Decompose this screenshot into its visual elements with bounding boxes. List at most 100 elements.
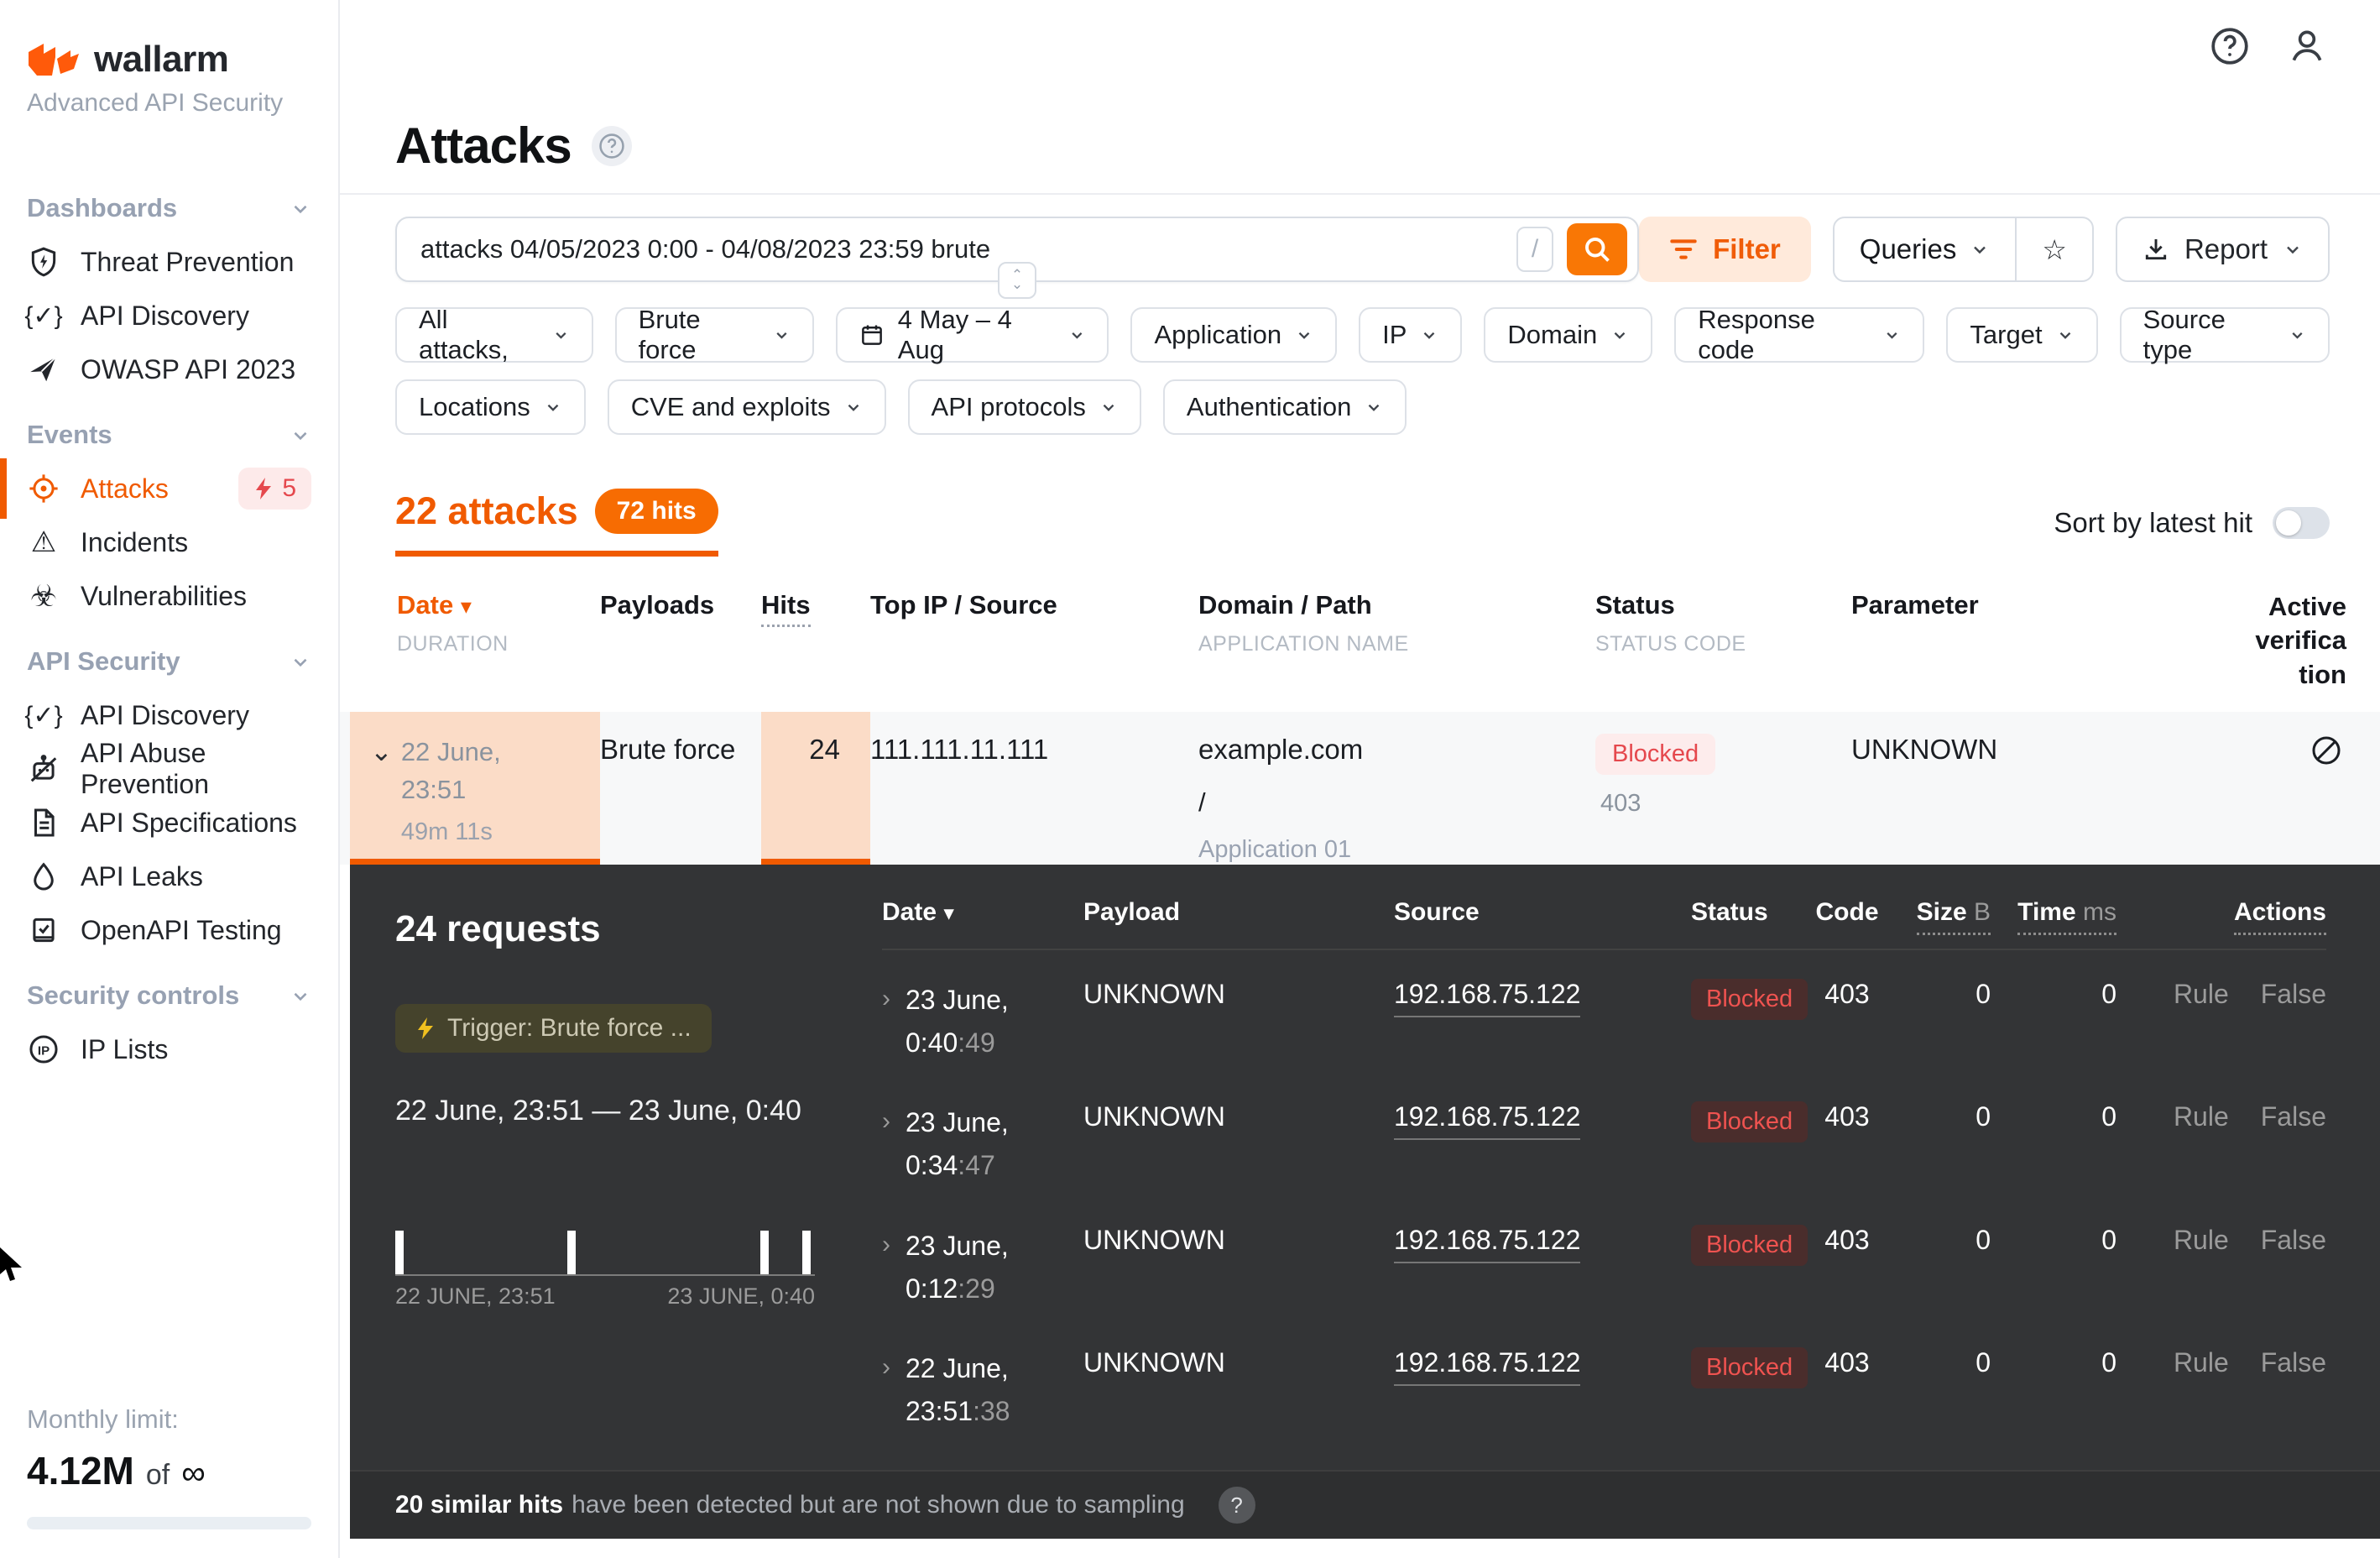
chevron-down-icon [1420, 326, 1438, 344]
chip-target[interactable]: Target [1946, 307, 2097, 363]
search-button[interactable] [1567, 223, 1627, 275]
chevron-down-icon [544, 398, 562, 416]
braces-check-icon: {✓} [27, 701, 60, 730]
expand-hit-icon[interactable]: › [882, 979, 890, 1064]
chip-api-protocols[interactable]: API protocols [908, 379, 1141, 435]
false-action[interactable]: False [2261, 1225, 2326, 1256]
attack-date-cell[interactable]: ⌄ 22 June, 23:51 49m 11s [350, 712, 600, 865]
chip-cve-exploits[interactable]: CVE and exploits [608, 379, 886, 435]
expand-hit-icon[interactable]: › [882, 1347, 890, 1433]
sidebar-item-attacks[interactable]: Attacks 5 [0, 462, 338, 515]
collapse-row-icon[interactable]: ⌄ [370, 735, 393, 859]
hits-table: Date ▾ Payload Source Status Code Size B… [882, 865, 2380, 1442]
expand-hit-icon[interactable]: › [882, 1101, 890, 1187]
sidebar-item-api-specifications[interactable]: API Specifications [0, 796, 338, 850]
hits-column-time[interactable]: Time ms [2011, 898, 2137, 927]
chip-brute-force[interactable]: Brute force [615, 307, 814, 363]
status-badge-blocked: Blocked [1691, 1101, 1808, 1142]
attack-domain: example.com [1198, 734, 1595, 766]
chip-source-type[interactable]: Source type [2120, 307, 2330, 363]
attack-top-ip[interactable]: 111.111.11.111 [870, 1539, 1198, 1558]
sidebar-item-ip-lists[interactable]: IP IP Lists [0, 1022, 338, 1076]
chip-attack-type[interactable]: All attacks, [395, 307, 593, 363]
attack-status-cell: Blocked 403 [1595, 712, 1851, 865]
false-action[interactable]: False [2261, 1347, 2326, 1378]
column-header-hits[interactable]: Hits [761, 590, 870, 620]
download-icon [2143, 236, 2169, 263]
user-menu-button[interactable] [2283, 22, 2331, 71]
attack-top-ip[interactable]: 111.111.11.111 [870, 712, 1198, 865]
help-circle-icon [2209, 25, 2251, 67]
sidebar-item-api-discovery-2[interactable]: {✓} API Discovery [0, 688, 338, 742]
hits-column-actions[interactable]: Actions [2137, 898, 2326, 927]
hit-row[interactable]: › 22 June,23:51:38 UNKNOWN 192.168.75.12… [882, 1319, 2326, 1441]
sidebar-section-security-controls[interactable]: Security controls [0, 969, 338, 1022]
sidebar-item-api-discovery[interactable]: {✓} API Discovery [0, 289, 338, 342]
hit-time: 0 [2011, 979, 2137, 1010]
droplet-icon [27, 860, 60, 892]
page-title-help-button[interactable] [592, 126, 632, 166]
hit-status: Blocked [1691, 979, 1808, 1020]
attack-row-expanded[interactable]: ⌄ 22 June, 23:51 49m 11s Brute force 24 … [340, 712, 2380, 865]
column-header-date[interactable]: Date ▾ DURATION [397, 590, 600, 656]
hit-row[interactable]: › 23 June,0:34:47 UNKNOWN 192.168.75.122… [882, 1073, 2326, 1195]
report-button[interactable]: Report [2116, 217, 2330, 282]
sidebar-item-vulnerabilities[interactable]: ☣ Vulnerabilities [0, 569, 338, 623]
sort-by-latest-hit-toggle[interactable] [2273, 507, 2330, 539]
sidebar-item-incidents[interactable]: ⚠ Incidents [0, 515, 338, 569]
search-input[interactable] [420, 234, 1516, 264]
chip-locations[interactable]: Locations [395, 379, 586, 435]
hits-column-size[interactable]: Size B [1910, 898, 2011, 927]
rule-action[interactable]: Rule [2174, 1101, 2229, 1132]
chip-date-range[interactable]: 4 May – 4 Aug [836, 307, 1109, 363]
attack-status-cell: Monitoring [1595, 1539, 1851, 1558]
sidebar-item-threat-prevention[interactable]: Threat Prevention [0, 235, 338, 289]
star-icon: ☆ [2042, 233, 2067, 266]
help-button[interactable] [2205, 22, 2254, 71]
sidebar-section-dashboards[interactable]: Dashboards [0, 181, 338, 235]
sampling-help-button[interactable]: ? [1219, 1487, 1255, 1524]
toggle-knob [2276, 510, 2301, 536]
chevron-down-icon [290, 424, 311, 446]
attack-date-cell[interactable]: 21 June, 23:30 38m 14s [350, 1539, 600, 1558]
queries-button[interactable]: Queries [1835, 218, 2016, 280]
hit-row[interactable]: › 23 June,0:40:49 UNKNOWN 192.168.75.122… [882, 950, 2326, 1073]
circle-slash-icon [2310, 734, 2343, 767]
hit-source: 192.168.75.122 [1394, 1101, 1679, 1132]
details-summary: 24 requests Trigger: Brute force ... 22 … [350, 865, 882, 1442]
hit-row[interactable]: › 23 June,0:12:29 UNKNOWN 192.168.75.122… [882, 1196, 2326, 1319]
expand-hit-icon[interactable]: › [882, 1225, 890, 1310]
sidebar-item-openapi-testing[interactable]: OpenAPI Testing [0, 903, 338, 957]
chip-response-code[interactable]: Response code [1674, 307, 1924, 363]
attacks-count-tab[interactable]: 22 attacks 72 hits [395, 489, 718, 557]
hit-size: 0 [1910, 1101, 2011, 1132]
sidebar-section-api-security[interactable]: API Security [0, 635, 338, 688]
trigger-badge[interactable]: Trigger: Brute force ... [395, 1004, 712, 1053]
rule-action[interactable]: Rule [2174, 1225, 2229, 1256]
hit-actions: Rule False [2137, 1101, 2326, 1132]
rule-action[interactable]: Rule [2174, 979, 2229, 1010]
sidebar-item-api-abuse-prevention[interactable]: API Abuse Prevention [0, 742, 338, 796]
sidebar-section-events[interactable]: Events [0, 408, 338, 462]
attack-row[interactable]: 21 June, 23:30 38m 14s Brute force 3 111… [340, 1539, 2380, 1558]
chip-application[interactable]: Application [1130, 307, 1337, 363]
attack-time: 23:51 [401, 771, 501, 809]
rule-action[interactable]: Rule [2174, 1347, 2229, 1378]
sidebar-item-owasp-api-2023[interactable]: OWASP API 2023 [0, 342, 338, 396]
requests-count-title: 24 requests [395, 908, 882, 950]
filter-button[interactable]: Filter [1639, 217, 1811, 282]
false-action[interactable]: False [2261, 979, 2326, 1010]
chip-ip[interactable]: IP [1359, 307, 1462, 363]
sidebar-item-api-leaks[interactable]: API Leaks [0, 850, 338, 903]
search-expander[interactable]: ⌃⌄ [998, 262, 1036, 299]
chip-authentication[interactable]: Authentication [1163, 379, 1407, 435]
hit-actions: Rule False [2137, 1225, 2326, 1256]
hits-column-date[interactable]: Date ▾ [882, 898, 1083, 927]
chevron-down-icon [290, 985, 311, 1006]
chevron-down-icon [1099, 398, 1118, 416]
monthly-limit: Monthly limit: 4.12M of ∞ [0, 1404, 338, 1529]
false-action[interactable]: False [2261, 1101, 2326, 1132]
chip-domain[interactable]: Domain [1484, 307, 1652, 363]
favorite-query-button[interactable]: ☆ [2017, 218, 2092, 280]
hit-payload: UNKNOWN [1083, 979, 1394, 1010]
